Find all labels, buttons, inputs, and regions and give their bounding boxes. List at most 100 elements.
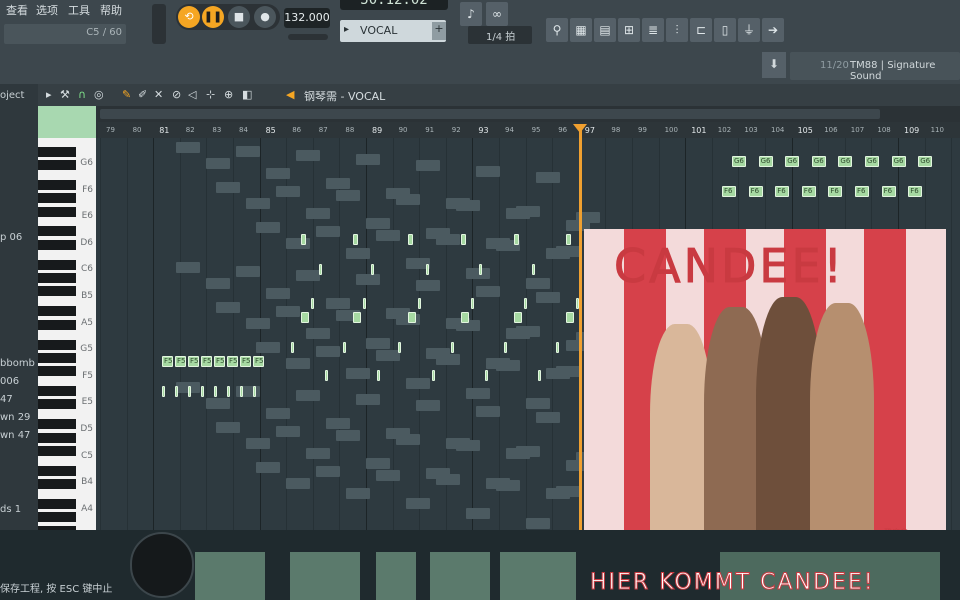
note[interactable]: F6: [828, 186, 843, 197]
note[interactable]: F6: [722, 186, 736, 197]
scroll-thumb[interactable]: [100, 109, 880, 119]
note[interactable]: [371, 264, 374, 275]
note[interactable]: [479, 264, 482, 275]
add-pattern-icon[interactable]: +: [432, 22, 446, 40]
note[interactable]: F6: [908, 186, 923, 197]
tempo-display[interactable]: 132.000: [284, 8, 330, 28]
note[interactable]: [377, 370, 380, 381]
black-key[interactable]: [38, 159, 76, 170]
browser-item[interactable]: 47: [0, 394, 13, 405]
draw-icon[interactable]: ✎: [122, 88, 131, 101]
note[interactable]: F5: [162, 356, 173, 367]
delete-icon[interactable]: ✕: [154, 88, 163, 101]
note[interactable]: [426, 264, 429, 275]
note[interactable]: [301, 234, 306, 245]
note[interactable]: [538, 370, 541, 381]
note[interactable]: [556, 342, 559, 353]
menu-view[interactable]: 查看: [6, 2, 28, 18]
black-key[interactable]: [38, 366, 76, 377]
note[interactable]: F5: [175, 356, 186, 367]
note[interactable]: [408, 312, 416, 323]
song-info-panel[interactable]: ⬇ 11/20 TM88 | Signature Sound: [762, 52, 960, 82]
download-icon[interactable]: ⬇: [762, 52, 786, 78]
note[interactable]: [201, 386, 204, 397]
note[interactable]: [240, 386, 243, 397]
pattern-selector[interactable]: VOCAL: [340, 20, 446, 42]
note[interactable]: G6: [891, 156, 906, 167]
note[interactable]: [418, 298, 421, 309]
black-key[interactable]: [38, 286, 76, 297]
note[interactable]: [566, 312, 574, 323]
black-key[interactable]: [38, 352, 76, 363]
browser-item[interactable]: wn 47: [0, 430, 30, 441]
black-key[interactable]: [38, 226, 76, 237]
pause-icon[interactable]: ❚❚: [202, 6, 224, 28]
black-key[interactable]: [38, 499, 76, 510]
horizontal-scrollbar[interactable]: [98, 106, 960, 122]
black-key[interactable]: [38, 339, 76, 350]
slice-icon[interactable]: ◁: [188, 88, 196, 101]
note[interactable]: [514, 312, 522, 323]
piano-roll-icon[interactable]: ▦: [570, 18, 592, 42]
playhead-marker-icon[interactable]: [573, 124, 587, 133]
note[interactable]: [485, 370, 488, 381]
playhead[interactable]: [579, 124, 582, 600]
note[interactable]: [461, 312, 469, 323]
note[interactable]: [227, 386, 230, 397]
plugin-icon[interactable]: ⏚: [738, 18, 760, 42]
mute-icon[interactable]: ⊘: [172, 88, 181, 101]
browser-item[interactable]: bbomb: [0, 358, 35, 369]
browser-item[interactable]: p 06: [0, 232, 22, 243]
speaker-icon[interactable]: ◀: [286, 88, 294, 101]
stamp-icon[interactable]: ◎: [94, 88, 104, 101]
black-key[interactable]: [38, 445, 76, 456]
note[interactable]: [301, 312, 309, 323]
black-key[interactable]: [38, 239, 76, 250]
note[interactable]: [504, 342, 507, 353]
note[interactable]: G6: [865, 156, 879, 167]
note[interactable]: F6: [748, 186, 763, 197]
note[interactable]: [162, 386, 165, 397]
note[interactable]: G6: [758, 156, 773, 167]
black-key[interactable]: [38, 259, 76, 270]
note[interactable]: G6: [732, 156, 746, 167]
piano-keyboard[interactable]: G6 F6 E6 D6 C6 B5 A5 G5 F5 E5 D5 C5 B4 A4: [38, 138, 96, 530]
snap-selector[interactable]: 1/4 拍: [468, 26, 532, 44]
black-key[interactable]: [38, 465, 76, 476]
note[interactable]: [432, 370, 435, 381]
link-icon[interactable]: ∞: [486, 2, 508, 26]
note[interactable]: F5: [227, 356, 238, 367]
note[interactable]: [291, 342, 294, 353]
note[interactable]: F5: [253, 356, 264, 367]
record-icon[interactable]: ●: [254, 6, 276, 28]
black-key[interactable]: [38, 399, 76, 410]
timeline-ruler[interactable]: 79 80 81 82 83 84 85 86 87 88 89 90 91 92 93 94 95 96 97 98…: [98, 122, 960, 138]
black-key[interactable]: [38, 479, 76, 490]
mixer-icon[interactable]: ⫶: [666, 18, 688, 42]
template-icon[interactable]: ▯: [714, 18, 736, 42]
note[interactable]: [566, 234, 571, 245]
note[interactable]: [353, 234, 358, 245]
menu-arrow-icon[interactable]: ▸: [46, 88, 52, 101]
note[interactable]: [188, 386, 191, 397]
black-key[interactable]: [38, 193, 76, 204]
browser-item[interactable]: wn 29: [0, 412, 30, 423]
black-key[interactable]: [38, 306, 76, 317]
note[interactable]: G6: [838, 156, 853, 167]
black-key[interactable]: [38, 419, 76, 430]
magnet-icon[interactable]: ∩: [78, 88, 86, 101]
stop-icon[interactable]: ■: [228, 6, 250, 28]
note[interactable]: [398, 342, 401, 353]
mixer-list-icon[interactable]: ≣: [642, 18, 664, 42]
black-key[interactable]: [38, 146, 76, 157]
zoom-icon[interactable]: ⊕: [224, 88, 233, 101]
note[interactable]: F5: [214, 356, 225, 367]
playback-icon[interactable]: ◧: [242, 88, 252, 101]
note[interactable]: F6: [775, 186, 790, 197]
playlist-icon[interactable]: ⚲: [546, 18, 568, 42]
note[interactable]: [175, 386, 178, 397]
menu-tools[interactable]: 工具: [68, 2, 90, 18]
note[interactable]: [319, 264, 322, 275]
note[interactable]: [214, 386, 217, 397]
master-volume-slider[interactable]: [152, 4, 166, 44]
